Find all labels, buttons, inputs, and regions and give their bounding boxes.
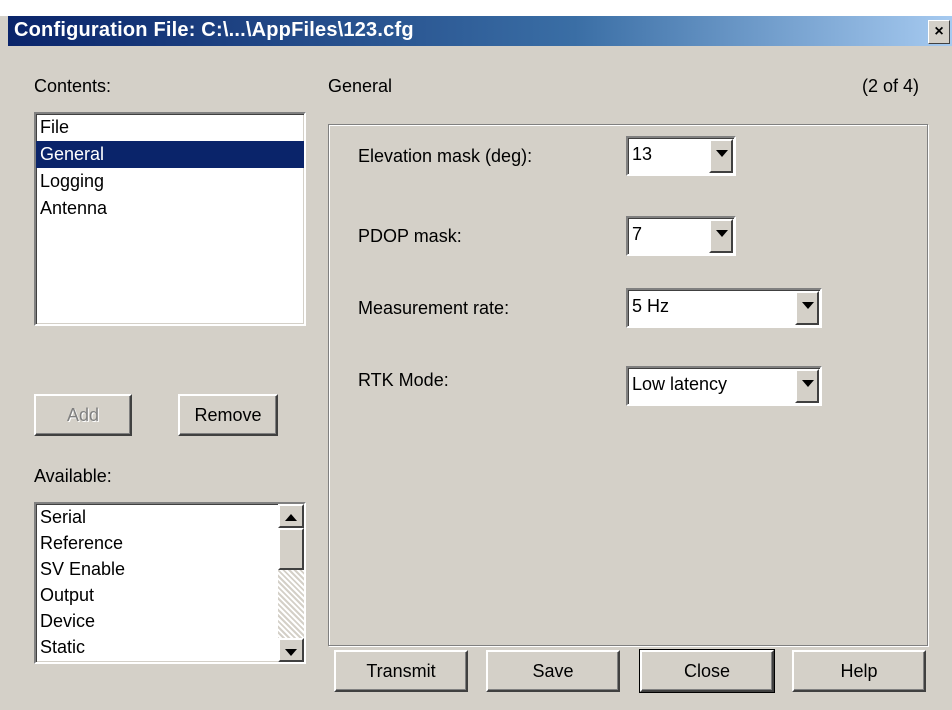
remove-button[interactable]: Remove [178, 394, 278, 436]
elevation-mask-label: Elevation mask (deg): [358, 146, 533, 166]
contents-item-general[interactable]: General [36, 141, 304, 168]
measurement-rate-arrow[interactable] [795, 291, 819, 325]
scroll-down-button[interactable] [278, 638, 304, 662]
rtk-mode-label: RTK Mode: [358, 370, 449, 390]
rtk-mode-arrow[interactable] [795, 369, 819, 403]
chevron-down-icon [716, 230, 728, 237]
close-button[interactable]: Close [639, 649, 775, 693]
chevron-down-icon [802, 380, 814, 387]
elevation-mask-dropdown[interactable]: 13 [626, 136, 736, 176]
configuration-dialog: Configuration File: C:\...\AppFiles\123.… [0, 16, 952, 710]
measurement-rate-value: 5 Hz [632, 296, 670, 316]
measurement-rate-label: Measurement rate: [358, 298, 510, 318]
section-title: General [328, 76, 393, 96]
measurement-rate-dropdown[interactable]: 5 Hz [626, 288, 822, 328]
save-button[interactable]: Save [486, 650, 620, 692]
scroll-up-button[interactable] [278, 504, 304, 528]
chevron-up-icon [285, 514, 297, 521]
available-item-sv-enable[interactable]: SV Enable [36, 556, 278, 582]
rtk-mode-dropdown[interactable]: Low latency [626, 366, 822, 406]
contents-label: Contents: [34, 76, 112, 96]
chevron-down-icon [716, 150, 728, 157]
title-bar[interactable]: Configuration File: C:\...\AppFiles\123.… [8, 16, 952, 46]
scroll-thumb[interactable] [278, 528, 304, 570]
available-scrollbar[interactable] [278, 504, 304, 662]
available-item-reference[interactable]: Reference [36, 530, 278, 556]
available-item-static[interactable]: Static [36, 634, 278, 660]
elevation-mask-value: 13 [632, 144, 653, 164]
available-label: Available: [34, 466, 112, 486]
page-indicator: (2 of 4) [862, 76, 920, 96]
rtk-mode-value: Low latency [632, 374, 728, 394]
contents-item-logging[interactable]: Logging [36, 168, 304, 195]
available-item-device[interactable]: Device [36, 608, 278, 634]
contents-item-file[interactable]: File [36, 114, 304, 141]
pdop-mask-arrow[interactable] [709, 219, 733, 253]
available-item-serial[interactable]: Serial [36, 504, 278, 530]
available-item-output[interactable]: Output [36, 582, 278, 608]
pdop-mask-value: 7 [632, 224, 643, 244]
chevron-down-icon [802, 302, 814, 309]
help-button[interactable]: Help [792, 650, 926, 692]
contents-list[interactable]: File General Logging Antenna [34, 112, 306, 326]
available-list[interactable]: Serial Reference SV Enable Output Device… [34, 502, 306, 664]
contents-item-antenna[interactable]: Antenna [36, 195, 304, 222]
elevation-mask-arrow[interactable] [709, 139, 733, 173]
pdop-mask-label: PDOP mask: [358, 226, 462, 246]
close-icon[interactable]: × [928, 20, 950, 44]
add-button[interactable]: Add [34, 394, 132, 436]
chevron-down-icon [285, 649, 297, 656]
pdop-mask-dropdown[interactable]: 7 [626, 216, 736, 256]
window-title: Configuration File: C:\...\AppFiles\123.… [14, 19, 414, 41]
transmit-button[interactable]: Transmit [334, 650, 468, 692]
